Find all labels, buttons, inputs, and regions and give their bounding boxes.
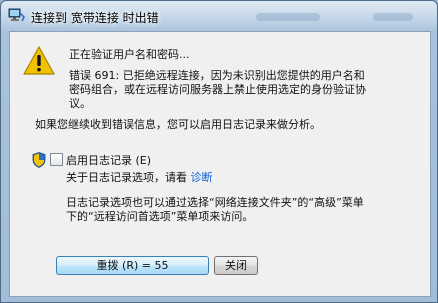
logging-note: 日志记录选项也可以通过选择“网络连接文件夹”的“高级”菜单 下的“远程访问首选项… (66, 196, 364, 224)
diagnostics-link[interactable]: 诊断 (191, 171, 213, 184)
status-message: 正在验证用户名和密码... (69, 48, 190, 61)
note-line: 日志记录选项也可以通过选择“网络连接文件夹”的“高级”菜单 (66, 196, 364, 209)
logging-info: 关于日志记录选项，请看 诊断 (66, 169, 213, 185)
dialog-content: 正在验证用户名和密码... 错误 691: 已拒绝远程连接，因为未识别出您提供的… (9, 31, 431, 297)
redial-button[interactable]: 重拨 (R) = 55 (56, 256, 209, 275)
title-bar-reflection (373, 13, 413, 21)
close-button[interactable]: 关闭 (214, 256, 258, 275)
logging-hint: 如果您继续收到错误信息，您可以启用日志记录来做分析。 (35, 118, 321, 131)
window-title: 连接到 宽带连接 时出错 (31, 11, 159, 25)
error-line: 密码组合，或在远程访问服务器上禁止使用选定的身份验证协 (69, 83, 366, 96)
title-bar-reflection (256, 13, 320, 21)
uac-shield-icon (32, 152, 46, 168)
error-message: 错误 691: 已拒绝远程连接，因为未识别出您提供的用户名和 密码组合，或在远程… (69, 69, 366, 111)
network-connection-icon (8, 8, 25, 22)
warning-triangle-icon (23, 46, 55, 75)
title-bar[interactable]: 连接到 宽带连接 时出错 (1, 1, 437, 31)
enable-logging-checkbox[interactable] (50, 153, 63, 166)
error-dialog-window: 连接到 宽带连接 时出错 正在验证用户名和密码... 错误 691: 已拒绝远程… (0, 0, 438, 303)
error-line: 议。 (69, 97, 91, 110)
note-line: 下的“远程访问首选项”菜单项来访问。 (66, 210, 254, 223)
enable-logging-label[interactable]: 启用日志记录 (E) (66, 152, 151, 168)
logging-info-text: 关于日志记录选项，请看 (66, 171, 187, 184)
error-line: 错误 691: 已拒绝远程连接，因为未识别出您提供的用户名和 (69, 69, 365, 82)
